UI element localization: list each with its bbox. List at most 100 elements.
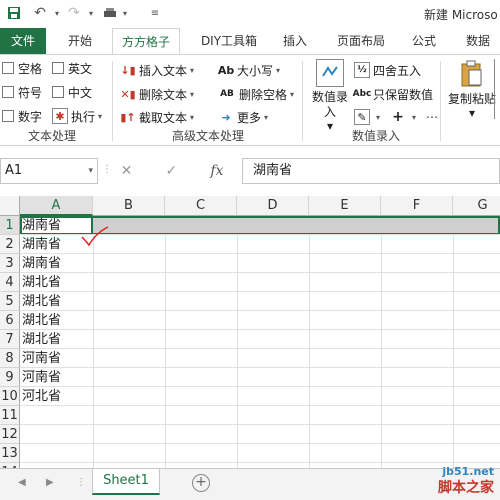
row-header[interactable]: 3: [0, 254, 20, 273]
chevron-down-icon[interactable]: ▾: [88, 159, 93, 183]
column-header-b[interactable]: B: [93, 196, 165, 216]
insert-function-icon[interactable]: fx: [210, 163, 223, 179]
execute-label: 执行: [71, 109, 96, 124]
symbol-label: 符号: [18, 85, 43, 100]
cell-a3[interactable]: 湖南省: [22, 254, 61, 273]
number-checkbox[interactable]: 数字: [2, 107, 42, 125]
red-checkmark-annotation: [81, 226, 109, 247]
more-button[interactable]: ➜ 更多 ▾: [218, 108, 268, 126]
space-checkbox[interactable]: 空格: [2, 59, 42, 77]
select-all-corner[interactable]: [0, 196, 20, 216]
cell-a2[interactable]: 湖南省: [22, 235, 61, 254]
table-row: [20, 425, 500, 444]
english-checkbox[interactable]: 英文: [52, 59, 92, 77]
cancel-icon[interactable]: ✕: [121, 163, 133, 179]
cell-a4[interactable]: 湖北省: [22, 273, 61, 292]
row-header[interactable]: 6: [0, 311, 20, 330]
delete-text-label: 删除文本: [139, 87, 188, 102]
qat-menu-icon[interactable]: ≡: [148, 4, 162, 22]
row-header[interactable]: 10: [0, 387, 20, 406]
group-divider: [440, 61, 441, 141]
add-dropdown[interactable]: + ▾: [390, 108, 416, 126]
row-header[interactable]: 7: [0, 330, 20, 349]
chevron-down-icon: ▾: [190, 112, 195, 122]
row-header[interactable]: 13: [0, 444, 20, 463]
case-button[interactable]: Ab 大小写 ▾: [218, 61, 280, 79]
save-icon[interactable]: [4, 4, 24, 22]
row-header[interactable]: 1: [0, 216, 20, 235]
cell-a10[interactable]: 河北省: [22, 387, 61, 406]
table-row: [20, 254, 500, 273]
row-header[interactable]: 12: [0, 425, 20, 444]
extract-text-label: 截取文本: [139, 110, 188, 125]
sheet-tab-sheet1[interactable]: Sheet1: [92, 469, 160, 495]
row-header[interactable]: 4: [0, 273, 20, 292]
execute-button[interactable]: ✱ 执行 ▾: [52, 107, 102, 125]
row-header[interactable]: 11: [0, 406, 20, 425]
tab-page-layout[interactable]: 页面布局: [328, 28, 394, 54]
ribbon-overflow: [494, 59, 500, 119]
table-row: [20, 444, 500, 463]
table-row: [20, 292, 500, 311]
chinese-checkbox[interactable]: 中文: [52, 83, 92, 101]
delete-text-button[interactable]: ✕▮ 删除文本 ▾: [120, 85, 194, 103]
sheet-prev-icon[interactable]: ◀: [18, 477, 26, 488]
tab-formulas[interactable]: 公式: [402, 28, 446, 54]
column-header-d[interactable]: D: [237, 196, 309, 216]
cell-a8[interactable]: 河南省: [22, 349, 61, 368]
extract-text-icon: ▮↑: [120, 110, 136, 124]
tab-data[interactable]: 数据: [456, 28, 500, 54]
chevron-down-icon: ▾: [276, 65, 281, 75]
row-header[interactable]: 2: [0, 235, 20, 254]
row-header[interactable]: 5: [0, 292, 20, 311]
add-sheet-icon[interactable]: +: [192, 474, 210, 492]
tab-fangfang-gezi[interactable]: 方方格子: [112, 28, 180, 54]
checkbox-icon: [2, 62, 14, 74]
column-header-f[interactable]: F: [381, 196, 453, 216]
tab-home[interactable]: 开始: [58, 28, 102, 54]
cell-a7[interactable]: 湖北省: [22, 330, 61, 349]
cell-a1[interactable]: 湖南省: [22, 216, 61, 235]
redo-icon[interactable]: ↷: [64, 4, 84, 22]
round-label: 四舍五入: [373, 63, 422, 78]
print-preview-icon[interactable]: [100, 4, 120, 22]
cell-a6[interactable]: 湖北省: [22, 311, 61, 330]
customize-quick-access-icon[interactable]: ▾: [120, 4, 130, 22]
confirm-icon[interactable]: ✓: [165, 163, 177, 179]
number-label: 数字: [18, 109, 43, 124]
more-dots-button[interactable]: ⋯: [426, 108, 438, 126]
cell-a5[interactable]: 湖北省: [22, 292, 61, 311]
number-entry-button[interactable]: 数值录入 ▾: [310, 59, 350, 132]
tab-diy-toolbox[interactable]: DIY工具箱: [190, 28, 268, 54]
sheet-next-icon[interactable]: ▶: [46, 477, 54, 488]
keep-value-button[interactable]: Abc 只保留数值: [353, 85, 433, 103]
tab-file[interactable]: 文件: [0, 28, 46, 54]
round-button[interactable]: ½ 四舍五入: [354, 61, 421, 79]
name-box[interactable]: A1 ▾: [0, 158, 98, 184]
format-dropdown[interactable]: ✎ ▾: [354, 108, 380, 126]
symbol-checkbox[interactable]: 符号: [2, 83, 42, 101]
undo-icon[interactable]: ↶: [30, 4, 50, 22]
redo-dropdown-icon[interactable]: ▾: [86, 4, 96, 22]
cell-a9[interactable]: 河南省: [22, 368, 61, 387]
row-header[interactable]: 8: [0, 349, 20, 368]
checkbox-icon: [52, 62, 64, 74]
copy-paste-button[interactable]: 复制粘贴 ▾: [448, 59, 496, 129]
delete-space-icon: AB: [220, 89, 234, 99]
checkbox-icon: [2, 86, 14, 98]
column-header-e[interactable]: E: [309, 196, 381, 216]
row-header[interactable]: 9: [0, 368, 20, 387]
delete-space-button[interactable]: AB 删除空格 ▾: [218, 85, 294, 103]
execute-icon: ✱: [52, 108, 68, 124]
spreadsheet-grid[interactable]: A B C D E F G 1 湖南省 2 湖南省 3 湖南省 4 湖北省 5 湖北省 6 湖北省 7 湖…: [0, 196, 500, 468]
undo-dropdown-icon[interactable]: ▾: [52, 4, 62, 22]
title-bar: ↶ ▾ ↷ ▾ ▾ ≡ 新建 Microso: [0, 0, 500, 28]
tab-insert[interactable]: 插入: [274, 28, 316, 54]
column-header-a[interactable]: A: [20, 196, 93, 216]
extract-text-button[interactable]: ▮↑ 截取文本 ▾: [120, 108, 194, 126]
insert-text-button[interactable]: ↓▮ 插入文本 ▾: [120, 61, 194, 79]
formula-input[interactable]: 湖南省: [242, 158, 500, 184]
column-header-g[interactable]: G: [453, 196, 500, 216]
copy-paste-label: 复制粘贴: [448, 92, 497, 106]
column-header-c[interactable]: C: [165, 196, 237, 216]
